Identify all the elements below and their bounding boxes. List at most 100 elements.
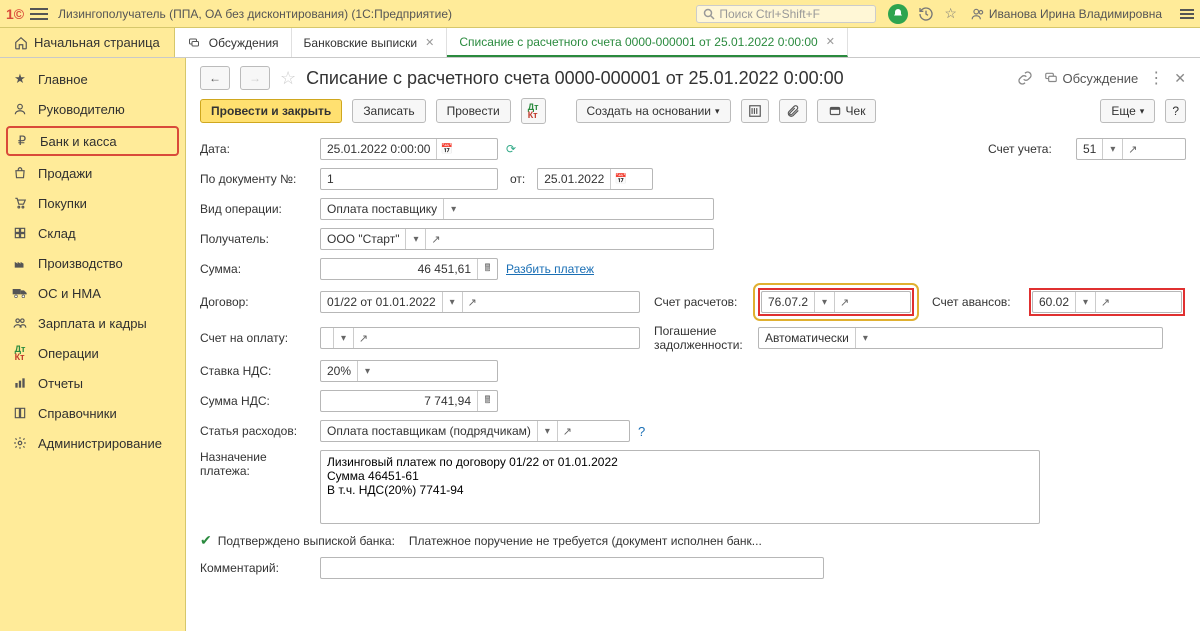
purpose-textarea[interactable] [320,450,1040,524]
label-settle-acc: Счет расчетов: [654,295,750,309]
calculator-icon[interactable]: 🖩 [477,391,497,411]
dropdown-icon[interactable]: ▾ [333,328,353,348]
check-icon: ✔ [200,532,212,549]
truck-icon [12,285,28,301]
document-title: Списание с расчетного счета 0000-000001 … [306,68,844,89]
menu-icon[interactable] [1180,9,1194,19]
open-icon[interactable]: ↗ [353,328,373,348]
split-payment-link[interactable]: Разбить платеж [506,262,594,276]
dropdown-icon[interactable]: ▾ [1075,292,1095,312]
print-barcode-button[interactable] [741,99,769,123]
sidebar-item-manager[interactable]: Руководителю [0,94,185,124]
discussion-button[interactable]: Обсуждение [1043,71,1139,86]
open-icon[interactable]: ↗ [834,292,854,312]
pay-invoice-input[interactable]: ▾ ↗ [320,327,640,349]
tab-close-icon[interactable]: ✕ [425,36,434,49]
sidebar-item-reports[interactable]: Отчеты [0,368,185,398]
nav-forward-button[interactable]: → [240,66,270,90]
confirmed-checkbox[interactable]: ✔ Подтверждено выпиской банка: [200,532,395,549]
help-icon[interactable]: ? [638,424,645,439]
sidebar-item-sales[interactable]: Продажи [0,158,185,188]
star-icon[interactable]: ☆ [944,5,957,22]
write-button[interactable]: Записать [352,99,425,123]
sidebar-item-salary[interactable]: Зарплата и кадры [0,308,185,338]
dropdown-icon[interactable]: ▾ [537,421,557,441]
favorite-star-icon[interactable]: ☆ [280,68,296,89]
chart-icon [12,375,28,391]
dropdown-icon[interactable]: ▾ [855,328,875,348]
sidebar-item-assets[interactable]: ОС и НМА [0,278,185,308]
star-icon: ★ [12,71,28,87]
sidebar-item-production[interactable]: Производство [0,248,185,278]
doc-date-input[interactable]: 25.01.2022 📅 [537,168,653,190]
label-op-type: Вид операции: [200,202,312,216]
date-input[interactable]: 25.01.2022 0:00:00 📅 [320,138,498,160]
tab-discussions[interactable]: Обсуждения [175,28,292,57]
comment-input[interactable] [320,557,824,579]
dropdown-icon[interactable]: ▾ [357,361,377,381]
book-icon [12,405,28,421]
attach-button[interactable] [779,99,807,123]
check-button[interactable]: Чек [817,99,877,123]
calendar-icon[interactable]: 📅 [436,139,456,159]
help-button[interactable]: ? [1165,99,1186,123]
contract-input[interactable]: 01/22 от 01.01.2022 ▾ ↗ [320,291,640,313]
open-icon[interactable]: ↗ [425,229,445,249]
person-icon [12,101,28,117]
dropdown-icon[interactable]: ▾ [442,292,462,312]
settlement-account-input[interactable]: 76.07.2 ▾ ↗ [761,291,911,313]
label-contract: Договор: [200,295,312,309]
more-vertical-icon[interactable]: ⋮ [1148,68,1164,88]
open-icon[interactable]: ↗ [1122,139,1142,159]
gear-icon [12,435,28,451]
global-search-input[interactable]: Поиск Ctrl+Shift+F [696,5,876,23]
sidebar-item-operations[interactable]: ДтКтОперации [0,338,185,368]
dtkt-button[interactable]: ДтКт [521,98,546,124]
sum-input[interactable]: 46 451,61 🖩 [320,258,498,280]
more-button[interactable]: Еще ▾ [1100,99,1155,123]
open-icon[interactable]: ↗ [462,292,482,312]
doc-no-input[interactable]: 1 [320,168,498,190]
bell-icon[interactable] [888,4,908,24]
label-date: Дата: [200,142,312,156]
nav-back-button[interactable]: ← [200,66,230,90]
dropdown-icon[interactable]: ▾ [405,229,425,249]
sidebar-item-purchases[interactable]: Покупки [0,188,185,218]
user-name[interactable]: Иванова Ирина Владимировна [971,7,1162,21]
account-input[interactable]: 51 ▾ ↗ [1076,138,1186,160]
link-icon[interactable] [1017,70,1033,86]
dropdown-icon[interactable]: ▾ [1102,139,1122,159]
refresh-icon[interactable]: ⟳ [506,142,516,156]
sidebar-item-admin[interactable]: Администрирование [0,428,185,458]
sidebar-item-main[interactable]: ★Главное [0,64,185,94]
op-type-input[interactable]: Оплата поставщику ▾ [320,198,714,220]
close-icon[interactable]: ✕ [1174,70,1186,87]
open-icon[interactable]: ↗ [1095,292,1115,312]
post-and-close-button[interactable]: Провести и закрыть [200,99,342,123]
calendar-icon[interactable]: 📅 [610,169,630,189]
sidebar-item-bank[interactable]: ₽Банк и касса [6,126,179,156]
debt-input[interactable]: Автоматически ▾ [758,327,1163,349]
burger-menu-icon[interactable] [30,8,48,20]
tab-bank-statements[interactable]: Банковские выписки ✕ [292,28,448,57]
ruble-icon: ₽ [14,133,30,149]
tab-close-icon[interactable]: ✕ [826,35,835,48]
label-purpose: Назначениеплатежа: [200,450,312,478]
label-sum: Сумма: [200,262,312,276]
post-button[interactable]: Провести [436,99,511,123]
vat-rate-input[interactable]: 20% ▾ [320,360,498,382]
tab-home[interactable]: Начальная страница [0,28,175,57]
dropdown-icon[interactable]: ▾ [443,199,463,219]
dropdown-icon[interactable]: ▾ [814,292,834,312]
create-based-button[interactable]: Создать на основании ▾ [576,99,731,123]
sidebar-item-warehouse[interactable]: Склад [0,218,185,248]
expense-input[interactable]: Оплата поставщикам (подрядчикам) ▾ ↗ [320,420,630,442]
vat-sum-input[interactable]: 7 741,94 🖩 [320,390,498,412]
advance-account-input[interactable]: 60.02 ▾ ↗ [1032,291,1182,313]
open-icon[interactable]: ↗ [557,421,577,441]
history-icon[interactable] [918,6,934,22]
sidebar-item-catalogs[interactable]: Справочники [0,398,185,428]
tab-bank-writeoff[interactable]: Списание с расчетного счета 0000-000001 … [447,28,848,57]
recipient-input[interactable]: ООО "Старт" ▾ ↗ [320,228,714,250]
calculator-icon[interactable]: 🖩 [477,259,497,279]
